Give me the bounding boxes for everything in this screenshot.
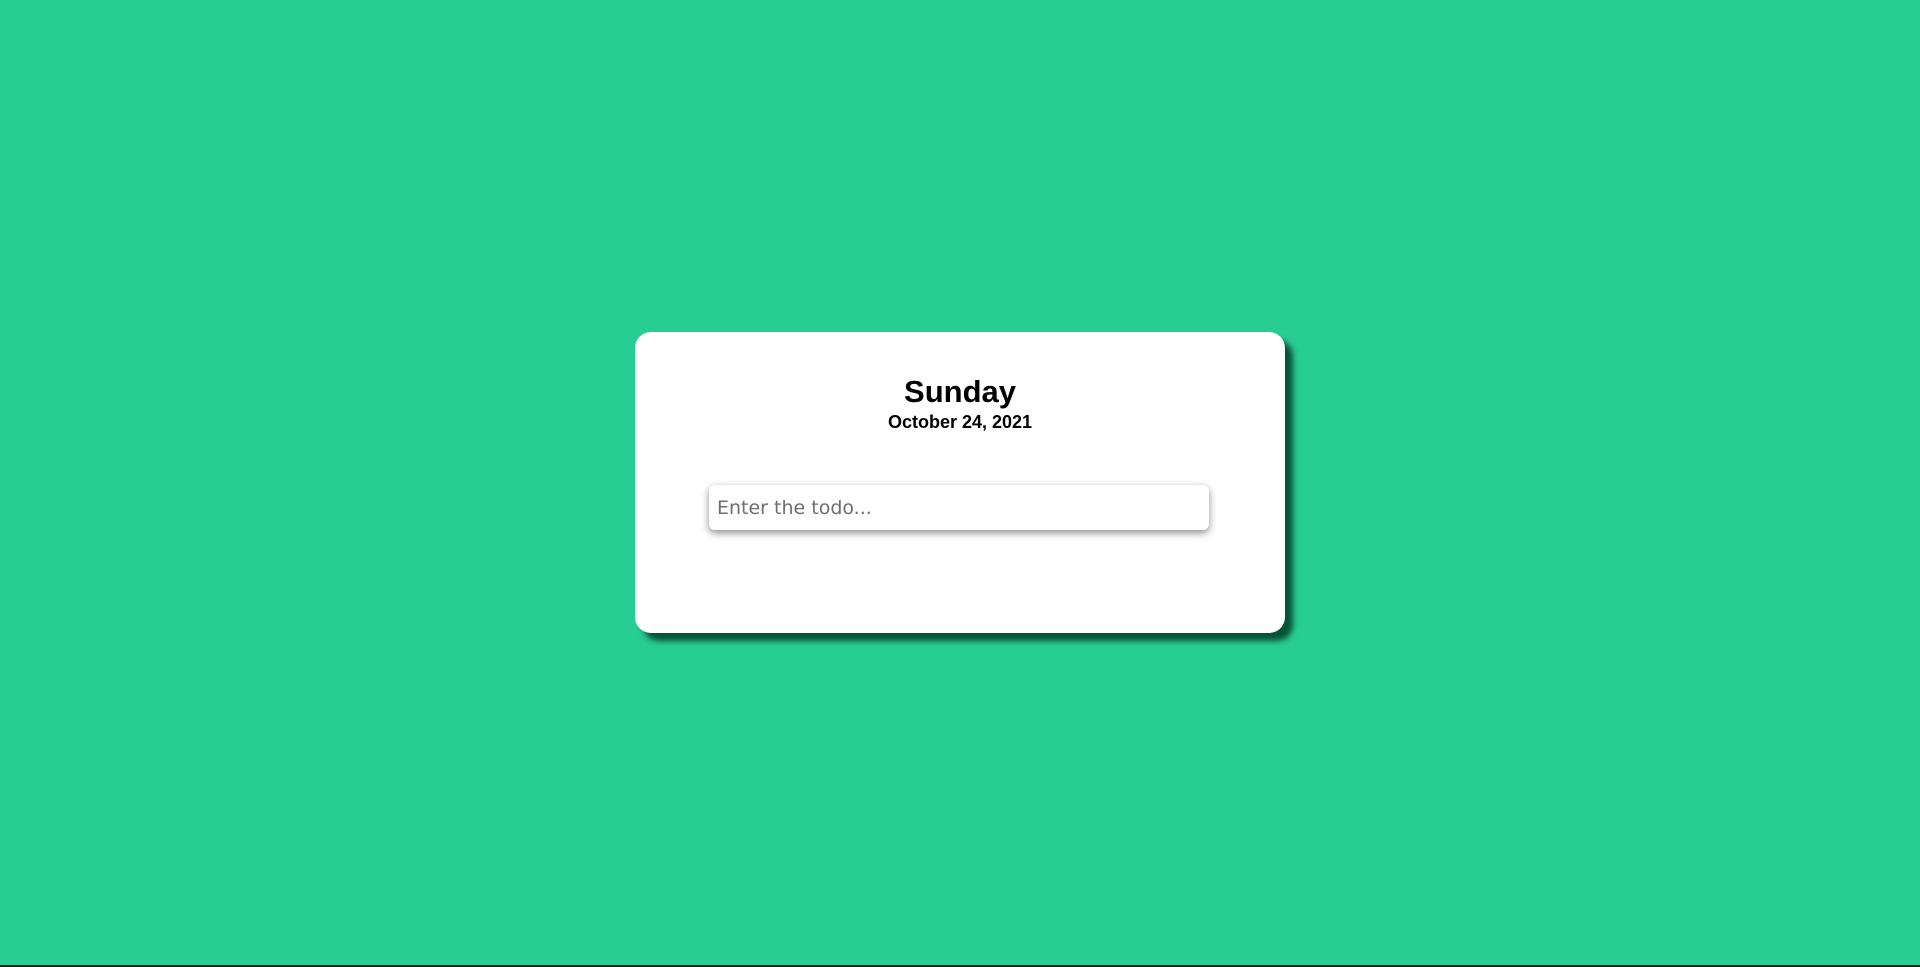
- day-heading: Sunday: [904, 374, 1016, 409]
- date-subheading: October 24, 2021: [887, 412, 1033, 432]
- todo-card: Sunday October 24, 2021: [635, 332, 1285, 633]
- todo-input[interactable]: [709, 485, 1209, 530]
